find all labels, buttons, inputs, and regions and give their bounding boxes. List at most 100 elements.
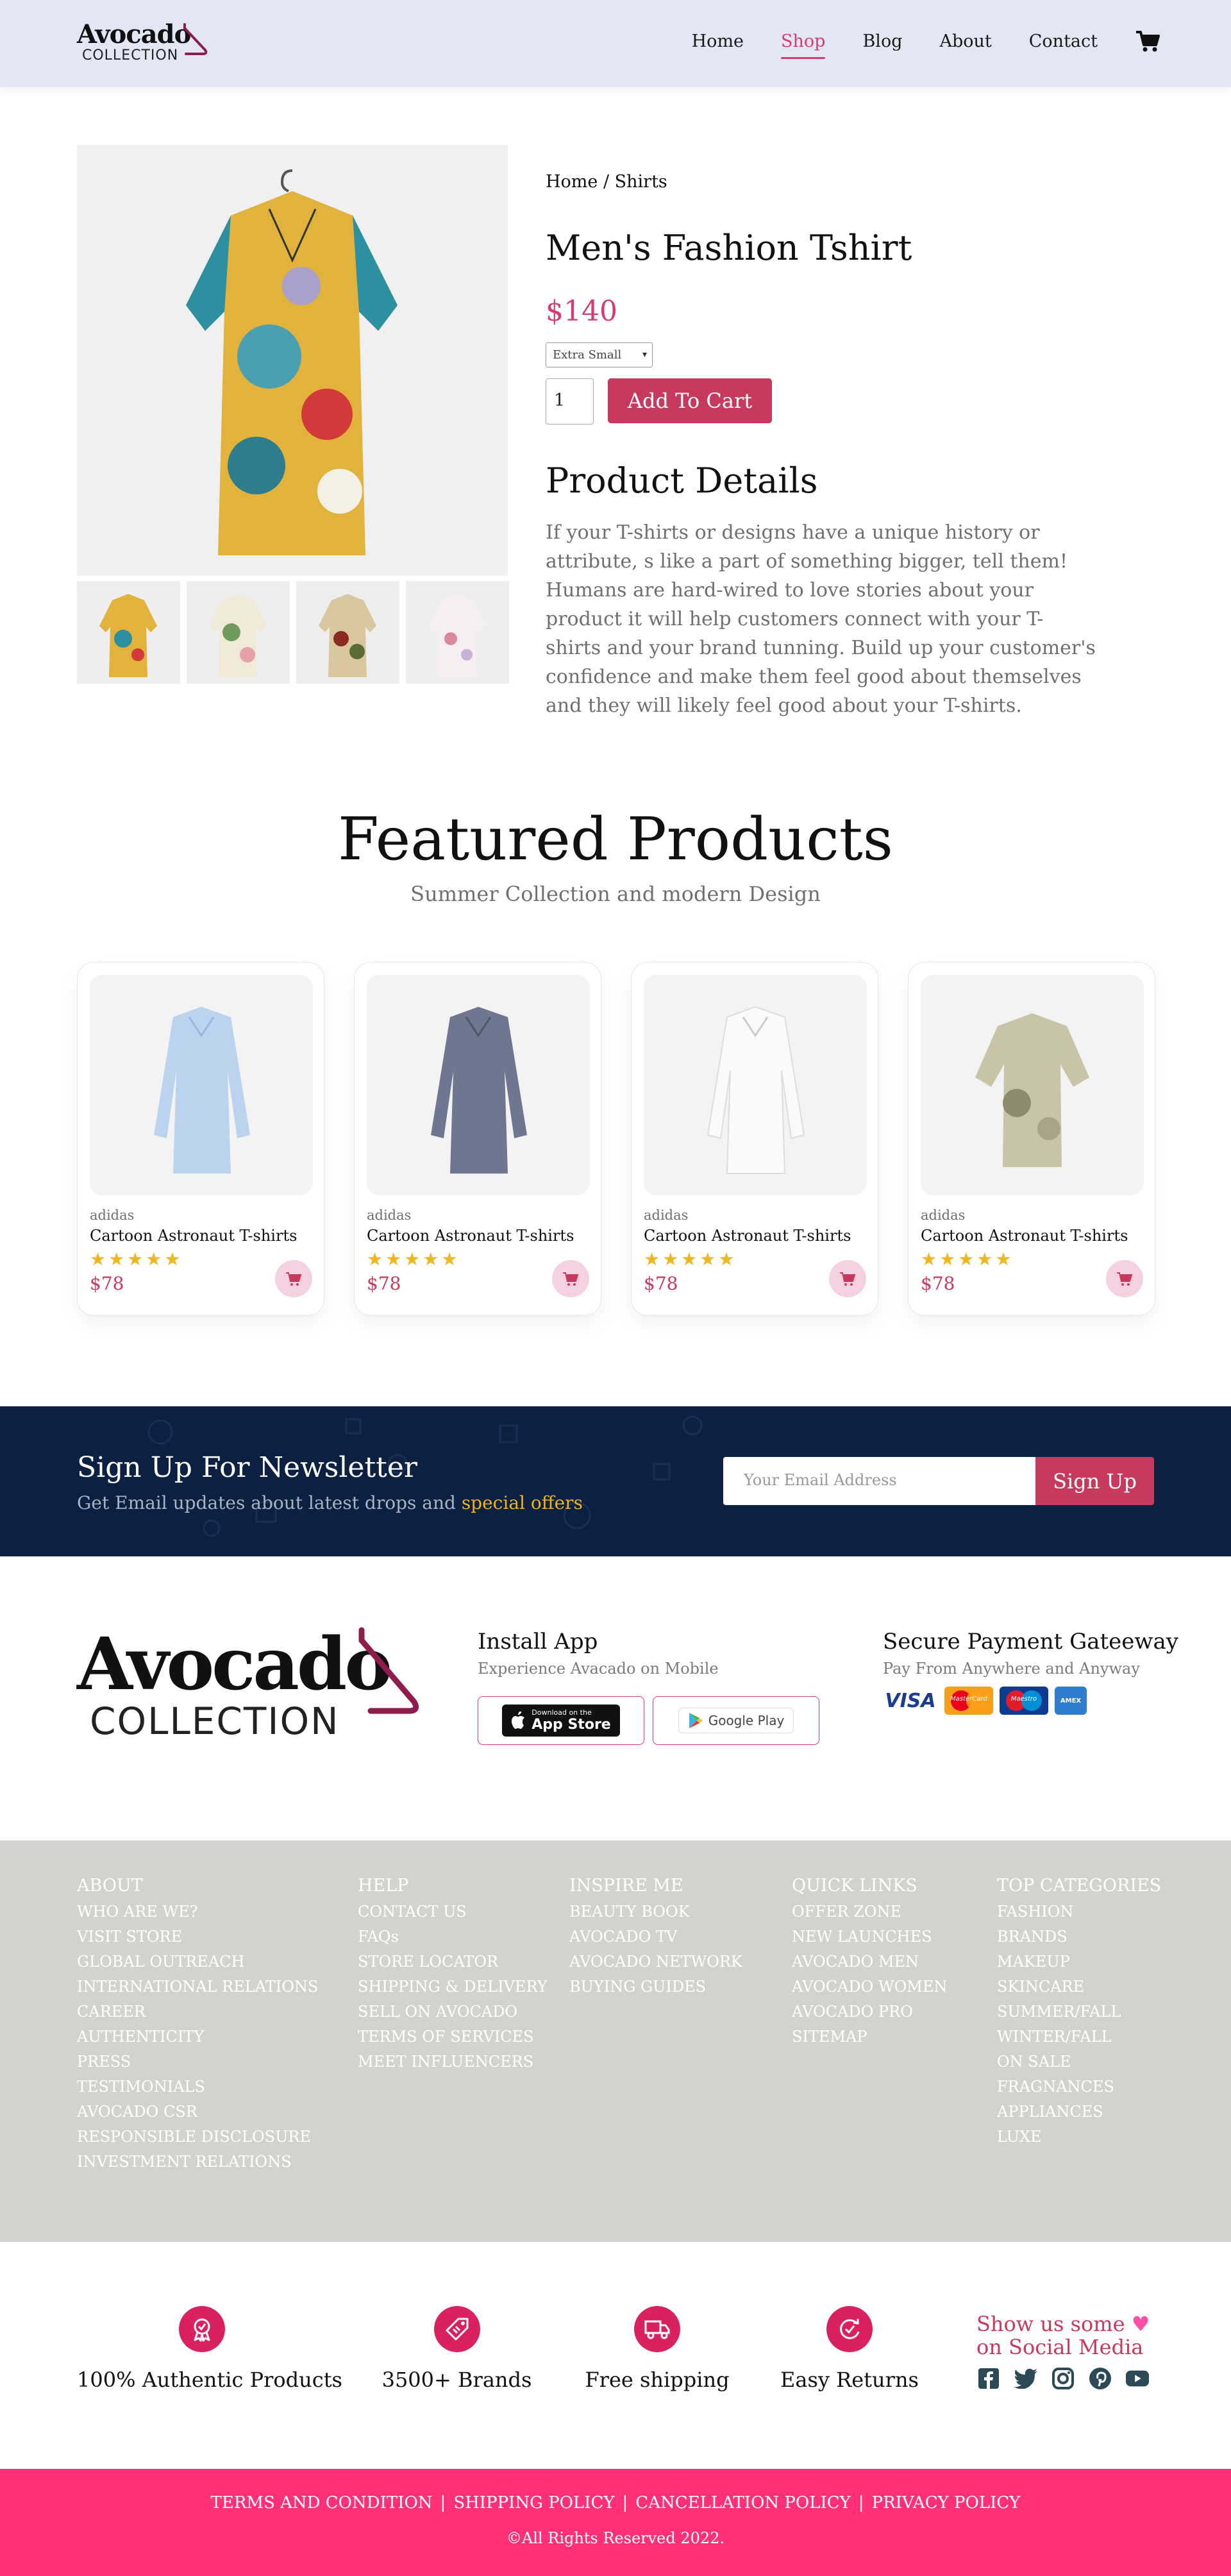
thumbnail-4[interactable]	[406, 581, 509, 684]
product-card-brand: adidas	[367, 1208, 412, 1223]
social-icons	[976, 2366, 1150, 2391]
signup-button[interactable]: Sign Up	[1035, 1457, 1154, 1505]
product-card[interactable]: adidas Cartoon Astronaut T-shirts ★★★★★ …	[631, 962, 878, 1316]
product-card[interactable]: adidas Cartoon Astronaut T-shirts ★★★★★ …	[77, 962, 324, 1316]
footer-link[interactable]: MAKEUP	[997, 1949, 1161, 1974]
footer-link[interactable]: PRESS	[77, 2050, 318, 2075]
footer-link[interactable]: ON SALE	[997, 2050, 1161, 2075]
tag-icon	[433, 2306, 480, 2352]
size-select[interactable]: Extra Small ▾	[546, 342, 653, 367]
footer-link[interactable]: BEAUTY BOOK	[569, 1899, 742, 1924]
terms-link[interactable]: TERMS AND CONDITION	[211, 2493, 433, 2513]
add-to-cart-icon[interactable]	[552, 1260, 589, 1297]
footer-link[interactable]: NEW LAUNCHES	[792, 1924, 947, 1949]
pinterest-icon[interactable]	[1088, 2366, 1112, 2391]
footer-link[interactable]: STORE LOCATOR	[358, 1949, 548, 1974]
footer-link[interactable]: APPLIANCES	[997, 2100, 1161, 2125]
product-card-brand: adidas	[921, 1208, 966, 1223]
footer-link[interactable]: WINTER/FALL	[997, 2025, 1161, 2050]
footer-link[interactable]: AVOCADO MEN	[792, 1949, 947, 1974]
footer-link[interactable]: SKINCARE	[997, 1974, 1161, 1999]
shipping-policy-link[interactable]: SHIPPING POLICY	[453, 2493, 614, 2513]
footer-link[interactable]: GLOBAL OUTREACH	[77, 1949, 318, 1974]
payment-cards: VISA MasterCard Maestro AMEX	[883, 1687, 1087, 1715]
instagram-icon[interactable]	[1051, 2366, 1075, 2391]
add-to-cart-icon[interactable]	[275, 1260, 312, 1297]
shirt-illustration	[186, 169, 398, 555]
footer-column-help: HELP CONTACT US FAQs STORE LOCATOR SHIPPING …	[358, 1876, 548, 2075]
footer-link[interactable]: SHIPPING & DELIVERY	[358, 1974, 548, 1999]
nav-link-about[interactable]: About	[939, 31, 991, 51]
product-card-price: $78	[921, 1273, 955, 1294]
footer-column-inspire: INSPIRE ME BEAUTY BOOK AVOCADO TV AVOCADO N…	[569, 1876, 742, 1999]
product-card-name: Cartoon Astronaut T-shirts	[90, 1227, 297, 1245]
footer-link[interactable]: AVOCADO NETWORK	[569, 1949, 742, 1974]
newsletter-heading: Sign Up For Newsletter	[77, 1451, 417, 1484]
payment-heading: Secure Payment Gateeway	[883, 1629, 1179, 1654]
nav-link-shop[interactable]: Shop	[781, 31, 826, 59]
footer-link[interactable]: WHO ARE WE?	[77, 1899, 318, 1924]
hanger-logo-icon	[358, 1627, 419, 1714]
size-select-value: Extra Small	[553, 348, 622, 362]
nav-link-contact[interactable]: Contact	[1029, 31, 1098, 51]
footer-link[interactable]: MEET INFLUENCERS	[358, 2050, 548, 2075]
footer-link[interactable]: AVOCADO WOMEN	[792, 1974, 947, 1999]
footer-link[interactable]: SUMMER/FALL	[997, 1999, 1161, 2025]
footer-link[interactable]: BUYING GUIDES	[569, 1974, 742, 1999]
footer-link[interactable]: SELL ON AVOCADO	[358, 1999, 548, 2025]
nav-link-home[interactable]: Home	[692, 31, 744, 51]
product-thumbnails	[77, 581, 509, 684]
footer-link[interactable]: INVESTMENT RELATIONS	[77, 2150, 318, 2175]
footer-link[interactable]: VISIT STORE	[77, 1924, 318, 1949]
thumbnail-3[interactable]	[296, 581, 399, 684]
thumbnail-2[interactable]	[187, 581, 290, 684]
privacy-policy-link[interactable]: PRIVACY POLICY	[872, 2493, 1021, 2513]
cart-icon[interactable]	[1135, 29, 1160, 53]
footer-link[interactable]: CAREER	[77, 1999, 318, 2025]
youtube-icon[interactable]	[1125, 2366, 1150, 2391]
chevron-down-icon: ▾	[642, 349, 647, 360]
footer-link[interactable]: FRAGNANCES	[997, 2075, 1161, 2100]
twitter-icon[interactable]	[1014, 2366, 1038, 2391]
footer-link[interactable]: AUTHENTICITY	[77, 2025, 318, 2050]
app-store-button[interactable]: Download on the App Store	[478, 1696, 644, 1745]
footer-link[interactable]: RESPONSIBLE DISCLOSURE	[77, 2125, 318, 2150]
quantity-input[interactable]: 1	[546, 378, 594, 425]
truck-icon	[634, 2306, 680, 2352]
star-rating: ★★★★★	[367, 1249, 460, 1270]
add-to-cart-icon[interactable]	[1106, 1260, 1143, 1297]
app-store-text: App Store	[532, 1717, 611, 1733]
footer-link[interactable]: SITEMAP	[792, 2025, 947, 2050]
cancellation-policy-link[interactable]: CANCELLATION POLICY	[635, 2493, 851, 2513]
footer-link[interactable]: CONTACT US	[358, 1899, 548, 1924]
footer-link[interactable]: AVOCADO CSR	[77, 2100, 318, 2125]
product-card[interactable]: adidas Cartoon Astronaut T-shirts ★★★★★ …	[908, 962, 1155, 1316]
google-play-button[interactable]: Google Play	[653, 1696, 819, 1745]
feature-label: 100% Authentic Products	[77, 2368, 342, 2392]
breadcrumb: Home / Shirts	[546, 172, 667, 192]
thumbnail-1[interactable]	[77, 581, 180, 684]
footer-link[interactable]: AVOCADO TV	[569, 1924, 742, 1949]
product-card-name: Cartoon Astronaut T-shirts	[921, 1227, 1128, 1245]
footer-logo-wordmark: Avocado	[77, 1622, 392, 1706]
facebook-icon[interactable]	[976, 2366, 1001, 2391]
product-card-name: Cartoon Astronaut T-shirts	[644, 1227, 851, 1245]
footer-link[interactable]: BRANDS	[997, 1924, 1161, 1949]
nav-link-blog[interactable]: Blog	[862, 31, 902, 51]
brand-logo[interactable]: Avocado COLLECTION	[77, 19, 212, 68]
footer-link[interactable]: FASHION	[997, 1899, 1161, 1924]
footer-link[interactable]: FAQs	[358, 1924, 548, 1949]
newsletter-email-input[interactable]: Your Email Address	[723, 1457, 1035, 1505]
footer-column-quick-links: QUICK LINKS OFFER ZONE NEW LAUNCHES AVOCADO…	[792, 1876, 947, 2050]
footer-link[interactable]: INTERNATIONAL RELATIONS	[77, 1974, 318, 1999]
add-to-cart-button[interactable]: Add To Cart	[608, 378, 772, 423]
footer-link[interactable]: TERMS OF SERVICES	[358, 2025, 548, 2050]
product-card[interactable]: adidas Cartoon Astronaut T-shirts ★★★★★ …	[354, 962, 601, 1316]
footer-link[interactable]: AVOCADO PRO	[792, 1999, 947, 2025]
footer-link[interactable]: OFFER ZONE	[792, 1899, 947, 1924]
add-to-cart-icon[interactable]	[829, 1260, 866, 1297]
feature-brands: 3500+ Brands	[359, 2306, 555, 2392]
footer-link[interactable]: TESTIMONIALS	[77, 2075, 318, 2100]
google-play-badge: Google Play	[678, 1708, 794, 1733]
footer-link[interactable]: LUXE	[997, 2125, 1161, 2150]
